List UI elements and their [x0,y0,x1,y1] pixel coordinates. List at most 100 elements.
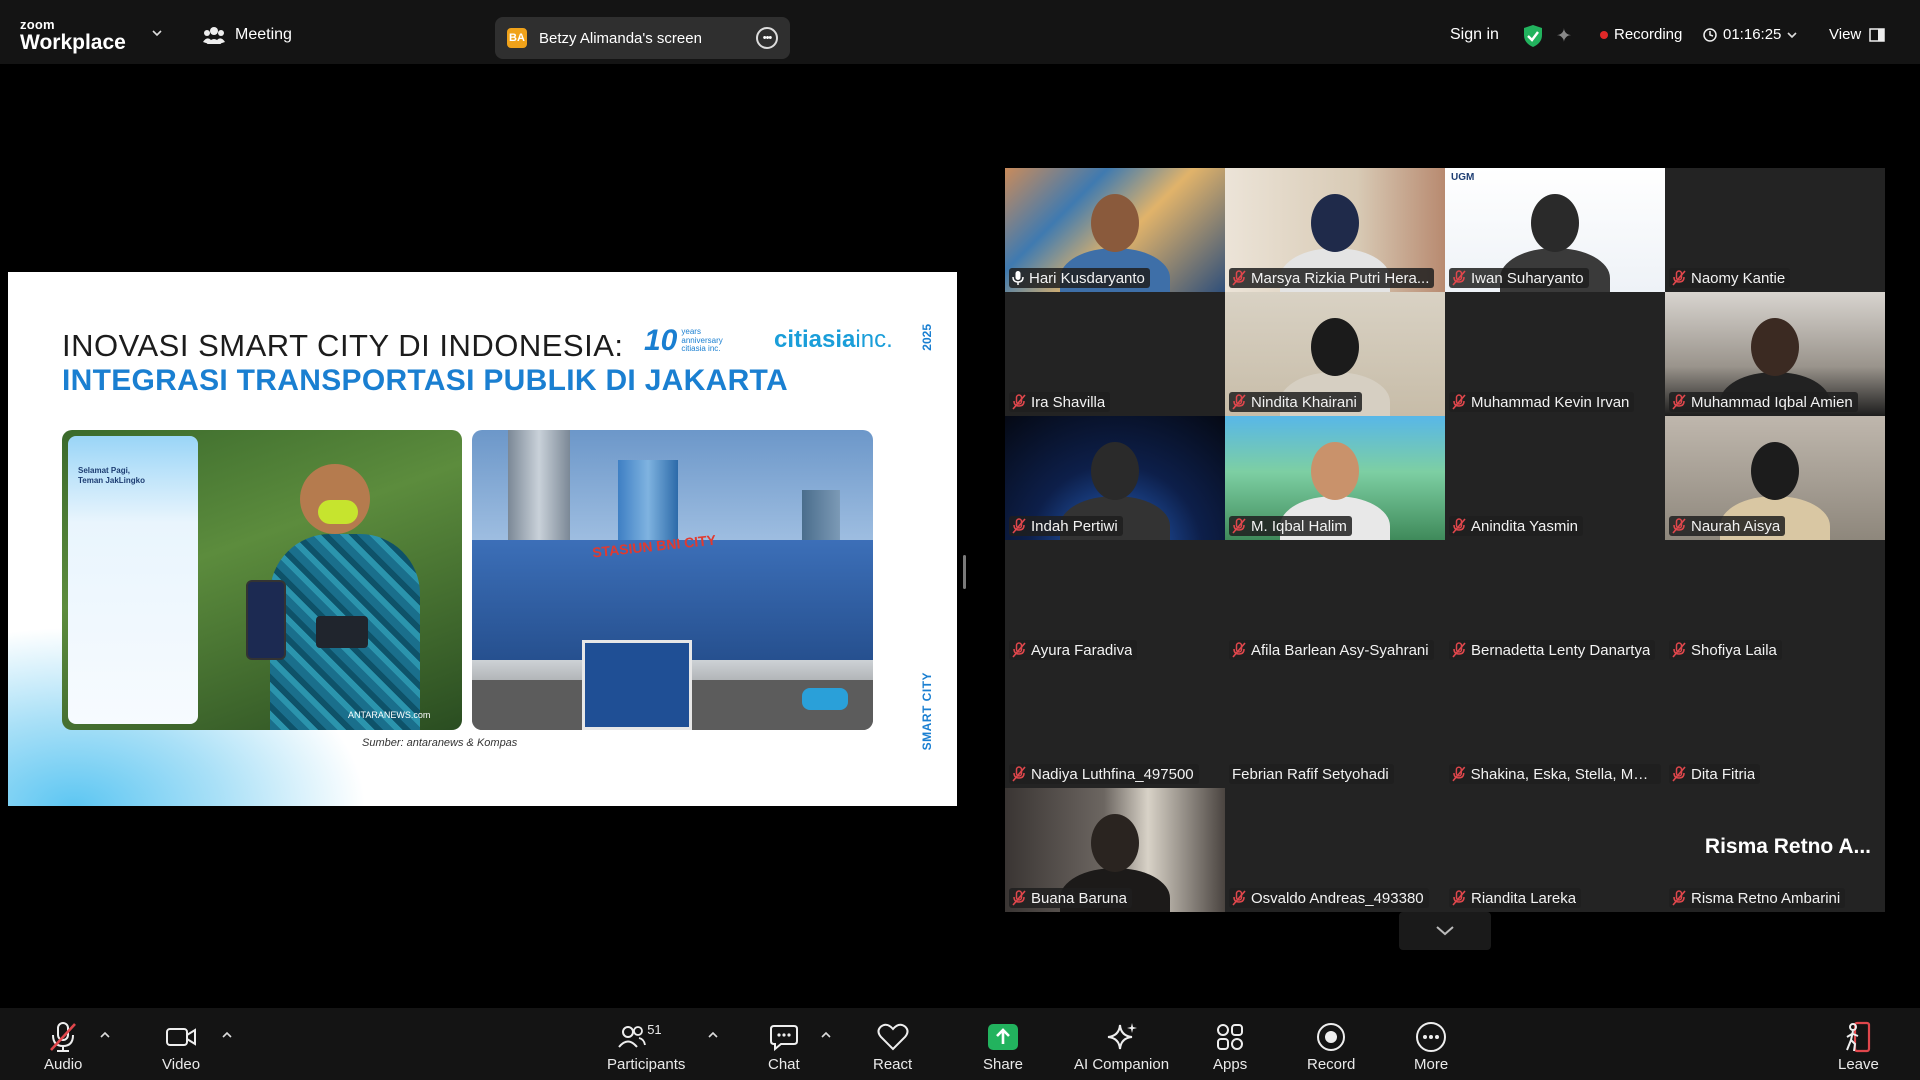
participant-name-label: M. Iqbal Halim [1229,516,1352,536]
meeting-timer[interactable]: 01:16:25 [1703,26,1797,43]
participant-tile[interactable]: UGM Iwan Suharyanto [1445,168,1665,292]
participant-name: Anindita Yasmin [1471,517,1579,535]
slide-subtitle: INTEGRASI TRANSPORTASI PUBLIK DI JAKARTA [62,364,788,397]
participant-tile[interactable]: Muhammad Kevin Irvan [1445,292,1665,416]
recording-label: Recording [1614,26,1683,43]
participant-name: Indah Pertiwi [1031,517,1118,535]
muted-mic-icon [1232,518,1246,534]
participants-options-chevron-icon[interactable] [708,1030,718,1040]
slide-year: 2025 [920,324,934,351]
participant-tile[interactable]: Dita Fitria [1665,664,1885,788]
share-screen-icon [988,1024,1019,1050]
participant-tile[interactable]: Bernadetta Lenty Danartya [1445,540,1665,664]
participant-name: Iwan Suharyanto [1471,269,1584,287]
apps-button[interactable]: Apps [1213,1020,1247,1073]
participant-name: Muhammad Kevin Irvan [1471,393,1630,411]
muted-mic-icon [1012,766,1026,782]
show-more-participants-button[interactable] [1399,912,1491,950]
face-mask [318,500,358,524]
more-options-icon[interactable]: ••• [756,27,778,49]
ai-sparkle-icon[interactable]: ✦ [1556,25,1572,48]
participant-tile[interactable]: Muhammad Iqbal Amien [1665,292,1885,416]
muted-mic-icon [1012,642,1026,658]
record-label: Record [1307,1056,1356,1073]
apps-label: Apps [1213,1056,1248,1073]
clock-icon [1703,27,1717,42]
anniversary-logo: 10 years anniversary citiasia inc. [644,324,743,358]
audio-options-chevron-icon[interactable] [100,1030,110,1040]
participant-head [1091,194,1139,252]
participant-name-label: Iwan Suharyanto [1449,268,1589,288]
chevron-down-icon[interactable] [152,28,162,38]
participant-tile[interactable]: Risma Retno A... Risma Retno Ambarini [1665,788,1885,912]
participant-tile[interactable]: Naomy Kantie [1665,168,1885,292]
station-booth [582,640,692,730]
participant-tile[interactable]: Ayura Faradiva [1005,540,1225,664]
video-label: Video [162,1056,201,1073]
ai-companion-button[interactable]: AI Companion [1074,1020,1169,1073]
sign-in-link[interactable]: Sign in [1450,26,1499,44]
muted-mic-icon [1672,518,1686,534]
chat-button[interactable]: Chat [768,1020,800,1073]
participant-name: Shofiya Laila [1691,641,1777,659]
record-button[interactable]: Record [1307,1020,1355,1073]
participant-tile[interactable]: Indah Pertiwi [1005,416,1225,540]
heart-icon [877,1023,909,1051]
share-button[interactable]: Share [983,1020,1023,1073]
participant-name-label: Ira Shavilla [1009,392,1111,412]
audio-button[interactable]: Audio [44,1020,82,1073]
zoom-workplace-logo[interactable]: zoom Workplace [20,18,126,53]
participant-tile[interactable]: Shakina, Eska, Stella, Meidy [1445,664,1665,788]
video-button[interactable]: Video [162,1020,200,1073]
participant-name: Ira Shavilla [1031,393,1106,411]
participant-head [1091,442,1139,500]
participants-button[interactable]: 51 Participants [607,1020,685,1073]
participant-name-label: Riandita Lareka [1449,888,1582,908]
participant-name-label: Febrian Rafif Setyohadi [1229,764,1394,784]
participant-tile[interactable]: Ira Shavilla [1005,292,1225,416]
participant-tile[interactable]: Buana Baruna [1005,788,1225,912]
more-button[interactable]: More [1414,1020,1448,1073]
recording-indicator[interactable]: Recording [1600,26,1682,43]
slide-title: INOVASI SMART CITY DI INDONESIA: [62,328,624,363]
participant-head [1091,814,1139,872]
participant-tile[interactable]: Hari Kusdaryanto [1005,168,1225,292]
participant-tile[interactable]: Nadiya Luthfina_497500 [1005,664,1225,788]
muted-mic-icon [1452,642,1466,658]
participant-tile[interactable]: M. Iqbal Halim [1225,416,1445,540]
participant-name-label: Anindita Yasmin [1449,516,1584,536]
shared-screen-indicator[interactable]: BA Betzy Alimanda's screen ••• [495,17,790,59]
participant-tile[interactable]: Febrian Rafif Setyohadi [1225,664,1445,788]
participant-tile[interactable]: Anindita Yasmin [1445,416,1665,540]
meeting-menu[interactable]: Meeting [203,26,292,44]
leave-button[interactable]: Leave [1838,1020,1879,1073]
participant-name-label: Naurah Aisya [1669,516,1786,536]
participant-name-label: Indah Pertiwi [1009,516,1123,536]
view-menu[interactable]: View [1829,26,1885,43]
split-view-resize-handle[interactable] [963,555,966,589]
photo-credit: ANTARANEWS.com [348,710,431,720]
participant-tile[interactable]: Osvaldo Andreas_493380 [1225,788,1445,912]
meeting-label: Meeting [235,26,292,43]
participant-name-label: Dita Fitria [1669,764,1761,784]
participant-tile[interactable]: Marsya Rizkia Putri Hera... [1225,168,1445,292]
security-shield-icon[interactable] [1522,24,1544,48]
muted-mic-icon [1452,518,1466,534]
participant-tile[interactable]: Naurah Aisya [1665,416,1885,540]
video-options-chevron-icon[interactable] [222,1030,232,1040]
meeting-participants-icon [203,27,225,44]
participant-tile[interactable]: Nindita Khairani [1225,292,1445,416]
participant-tile[interactable]: Shofiya Laila [1665,540,1885,664]
participant-tile[interactable]: Afila Barlean Asy-Syahrani [1225,540,1445,664]
participant-name: Bernadetta Lenty Danartya [1471,641,1651,659]
muted-mic-icon [1672,766,1686,782]
participant-name: Marsya Rizkia Putri Hera... [1251,269,1430,287]
muted-mic-icon [1672,270,1686,286]
participant-name: Naomy Kantie [1691,269,1786,287]
chat-options-chevron-icon[interactable] [821,1030,831,1040]
participant-name: Shakina, Eska, Stella, Meidy [1470,765,1656,783]
react-button[interactable]: React [873,1020,912,1073]
participant-tile[interactable]: Riandita Lareka [1445,788,1665,912]
share-label: Share [983,1056,1024,1073]
ai-companion-sparkle-icon [1107,1023,1137,1050]
